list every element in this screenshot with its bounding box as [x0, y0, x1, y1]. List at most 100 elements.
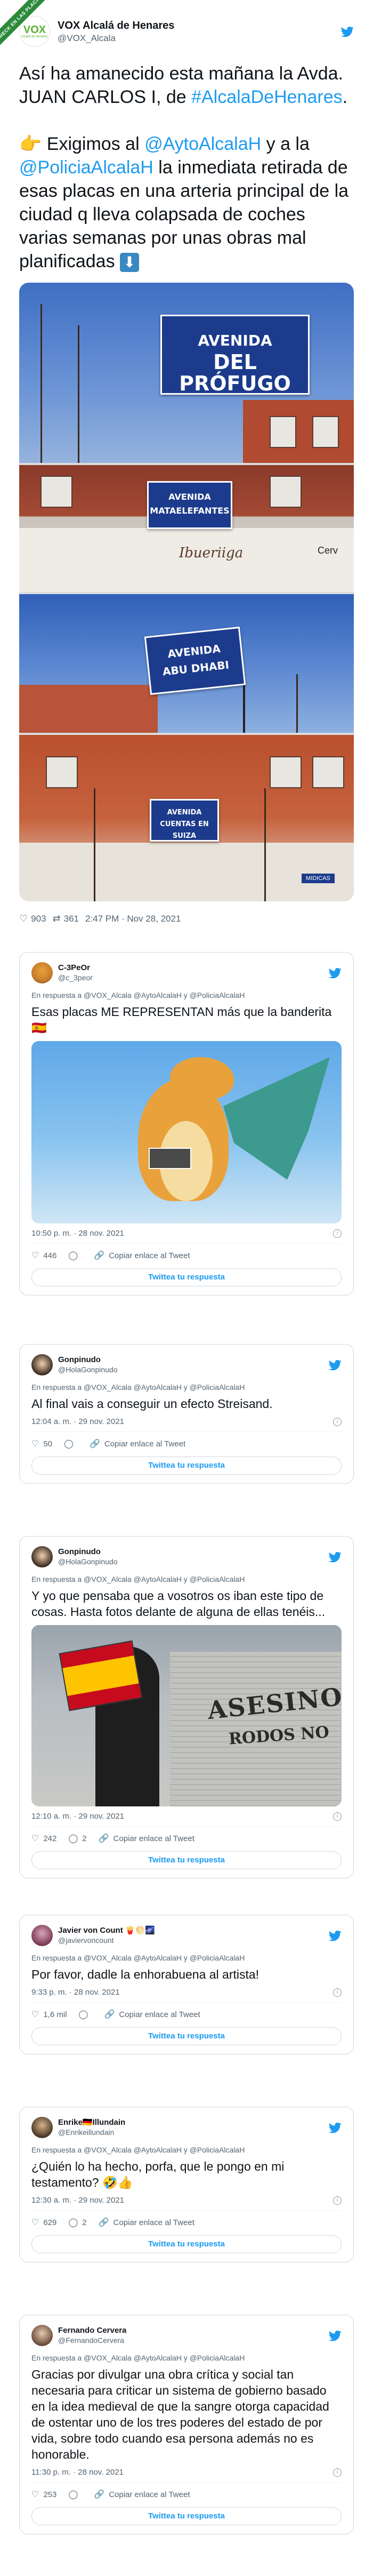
photo-avenida-cuentas-en-suiza[interactable]: MIDICAS AVENIDA CUENTAS EN SUIZA: [19, 735, 354, 901]
info-icon[interactable]: i: [333, 1229, 342, 1238]
twitter-bird-icon[interactable]: [329, 2121, 342, 2134]
main-tweet: VOX Alcalá de Henares VOX Alcalá de Hena…: [0, 0, 373, 939]
reply-author-handle[interactable]: @HolaGonpinudo: [58, 1557, 329, 1566]
reply-icon: ◯: [68, 2218, 78, 2227]
reply-author-name[interactable]: C-3PeOr: [58, 963, 329, 973]
reply-author: C-3PeOr @c_3peor: [58, 963, 329, 982]
copy-link-button[interactable]: 🔗 Copiar enlace al Tweet: [99, 1833, 194, 1844]
avatar[interactable]: [31, 2117, 53, 2138]
window: [312, 416, 339, 448]
copy-link-button[interactable]: 🔗 Copiar enlace al Tweet: [99, 2217, 194, 2228]
reply-author-handle[interactable]: @FernandoCervera: [58, 2335, 329, 2345]
reply-author-name[interactable]: Fernando Cervera: [58, 2326, 329, 2335]
street-sign-profugo: AVENIDA DEL PRÓFUGO: [160, 315, 310, 395]
like-button[interactable]: ♡ 50: [31, 1438, 52, 1449]
copy-link-button[interactable]: 🔗 Copiar enlace al Tweet: [94, 2489, 190, 2500]
twitter-bird-icon[interactable]: [329, 2329, 342, 2342]
avatar[interactable]: [31, 2325, 53, 2346]
retweet-count[interactable]: ⇄ 361: [53, 913, 79, 924]
reply-button[interactable]: ◯: [68, 2489, 82, 2500]
info-icon[interactable]: i: [333, 1988, 342, 1997]
reply-image-dragon[interactable]: [31, 1041, 342, 1223]
reply-text: Gracias por divulgar una obra crítica y …: [31, 2367, 329, 2461]
reply-header: C-3PeOr @c_3peor: [31, 962, 342, 983]
reply-image-graffiti[interactable]: ASESINO RODOS NO: [31, 1625, 342, 1806]
info-icon[interactable]: i: [333, 1812, 342, 1821]
window: [312, 756, 344, 788]
info-icon[interactable]: i: [333, 2468, 342, 2477]
like-count-value: 903: [31, 913, 46, 924]
mention-link-policia[interactable]: @PoliciaAlcalaH: [19, 157, 153, 178]
photo-avenida-abu-dhabi[interactable]: AVENIDA ABU DHABI: [19, 594, 354, 733]
reply-button[interactable]: ◯: [79, 2009, 93, 2020]
copy-link-button[interactable]: 🔗 Copiar enlace al Tweet: [90, 1438, 185, 1449]
tweet-your-reply-button[interactable]: Twittea tu respuesta: [31, 2235, 342, 2253]
like-button[interactable]: ♡ 629: [31, 2217, 56, 2228]
reply-time[interactable]: 12:10 a. m. · 29 nov. 2021: [31, 1812, 124, 1821]
reply-icon: ◯: [64, 1439, 74, 1449]
reply-author-name[interactable]: Enrike🇩🇪Illundain: [58, 2118, 329, 2127]
reply-text: Al final vais a conseguir un efecto Stre…: [31, 1397, 273, 1411]
reply-actions: ♡ 50 ◯ 🔗 Copiar enlace al Tweet: [31, 1438, 342, 1449]
like-button[interactable]: ♡ 242: [31, 1833, 56, 1844]
reply-author-name[interactable]: Gonpinudo: [58, 1355, 329, 1365]
reply-author-handle[interactable]: @javiervoncount: [58, 1935, 329, 1945]
photo-avenida-del-profugo[interactable]: AVENIDA DEL PRÓFUGO: [19, 283, 354, 463]
like-button[interactable]: ♡ 1,6 mil: [31, 2009, 67, 2020]
twitter-bird-icon[interactable]: [329, 1929, 342, 1942]
tweet-your-reply-button[interactable]: Twittea tu respuesta: [31, 2507, 342, 2525]
tweet-body: Así ha amanecido esta mañana la Avda. JU…: [19, 62, 354, 273]
avatar[interactable]: [31, 1925, 53, 1946]
avatar[interactable]: [31, 1546, 53, 1567]
avatar[interactable]: [31, 962, 53, 983]
reply-author-handle[interactable]: @c_3peor: [58, 973, 329, 982]
twitter-bird-icon[interactable]: [329, 1550, 342, 1563]
link-icon: 🔗: [98, 1834, 109, 1843]
reply-author-handle[interactable]: @Enrikeillundain: [58, 2127, 329, 2137]
reply-author-handle[interactable]: @HolaGonpinudo: [58, 1365, 329, 1374]
reply-button[interactable]: ◯: [64, 1438, 78, 1449]
reply-time[interactable]: 12:30 a. m. · 29 nov. 2021: [31, 2196, 124, 2205]
heart-icon: ♡: [31, 1251, 39, 1260]
author-handle[interactable]: @VOX_Alcala: [58, 33, 341, 44]
reply-time[interactable]: 9:33 p. m. · 28 nov. 2021: [31, 1988, 120, 1997]
reply-time-row: 10:50 p. m. · 28 nov. 2021 i: [31, 1229, 342, 1238]
reply-time[interactable]: 12:04 a. m. · 29 nov. 2021: [31, 1417, 124, 1426]
mention-link-ayto[interactable]: @AytoAlcalaH: [144, 134, 261, 154]
tweet-your-reply-button[interactable]: Twittea tu respuesta: [31, 2027, 342, 2045]
dragon-wing: [223, 1057, 330, 1180]
reply-button[interactable]: ◯: [68, 1250, 82, 1261]
heart-icon: ♡: [31, 2218, 39, 2227]
twitter-bird-icon[interactable]: [329, 966, 342, 979]
copy-link-button[interactable]: 🔗 Copiar enlace al Tweet: [94, 1250, 190, 1261]
info-icon[interactable]: i: [333, 2196, 342, 2205]
avatar[interactable]: [31, 1354, 53, 1375]
reply-count-value: 2: [82, 1834, 87, 1843]
twitter-bird-icon[interactable]: [341, 25, 354, 38]
hashtag-link[interactable]: #AlcalaDeHenares: [191, 87, 343, 107]
tweet-your-reply-button[interactable]: Twittea tu respuesta: [31, 1851, 342, 1869]
reply-card-3: Gonpinudo @HolaGonpinudo En respuesta a …: [19, 1536, 354, 1878]
reply-button[interactable]: ◯ 2: [68, 1833, 86, 1844]
tweet-timestamp[interactable]: 2:47 PM · Nov 28, 2021: [85, 914, 181, 924]
reply-icon: ◯: [68, 1251, 78, 1260]
reply-author-name[interactable]: Gonpinudo: [58, 1547, 329, 1557]
tweet-your-reply-button[interactable]: Twittea tu respuesta: [31, 1457, 342, 1475]
reply-time[interactable]: 11:30 p. m. · 28 nov. 2021: [31, 2468, 124, 2477]
reply-author: Fernando Cervera @FernandoCervera: [58, 2326, 329, 2345]
like-button[interactable]: ♡ 253: [31, 2489, 56, 2500]
tweet-text-1-end: .: [342, 87, 348, 107]
reply-to-line: En respuesta a @VOX_Alcala @AytoAlcalaH …: [31, 1954, 245, 1962]
photo-avenida-mataelefantes[interactable]: Ibueriiga Cerv AVENIDA MATAELEFANTES: [19, 465, 354, 592]
like-button[interactable]: ♡ 446: [31, 1250, 56, 1261]
twitter-bird-icon[interactable]: [329, 1358, 342, 1371]
info-icon[interactable]: i: [333, 1417, 342, 1426]
like-count[interactable]: ♡ 903: [19, 913, 46, 924]
reply-time[interactable]: 10:50 p. m. · 28 nov. 2021: [31, 1229, 124, 1238]
copy-link-button[interactable]: 🔗 Copiar enlace al Tweet: [104, 2009, 200, 2020]
photo-grid[interactable]: AVENIDA DEL PRÓFUGO Ibueriiga Cerv AVENI…: [19, 283, 354, 901]
reply-button[interactable]: ◯ 2: [68, 2217, 86, 2228]
author-name[interactable]: VOX Alcalá de Henares: [58, 20, 341, 32]
reply-author-name[interactable]: Javier von Count 🍟🌕🌌: [58, 1926, 329, 1935]
tweet-your-reply-button[interactable]: Twittea tu respuesta: [31, 1268, 342, 1286]
